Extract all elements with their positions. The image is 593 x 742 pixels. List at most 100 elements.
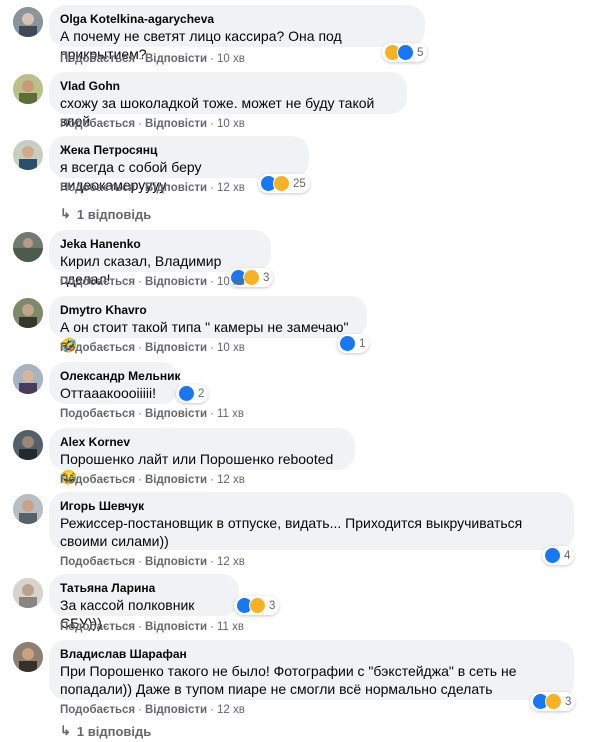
separator-dot: ·: [138, 276, 142, 288]
avatar[interactable]: [13, 578, 43, 608]
avatar[interactable]: [13, 364, 43, 394]
separator-dot: ·: [138, 118, 142, 130]
reply-button[interactable]: Відповісти: [145, 556, 207, 568]
comment-author[interactable]: Jeka Hanenko: [60, 237, 260, 252]
comment-timestamp[interactable]: 12 хв: [217, 474, 245, 486]
like-button[interactable]: Подобається: [60, 474, 135, 486]
reaction-summary[interactable]: 2: [176, 384, 209, 403]
separator-dot: ·: [210, 342, 214, 354]
comment-actions: Подобається · Відповісти · 12 хв: [60, 474, 245, 486]
like-button[interactable]: Подобається: [60, 342, 135, 354]
comment-actions: Подобається · Відповісти · 11 хв: [60, 621, 244, 633]
avatar[interactable]: [13, 7, 43, 37]
comment-actions: Подобається · Відповісти · 10 хв: [60, 118, 245, 130]
comment-author[interactable]: Владислав Шарафан: [60, 647, 563, 662]
reaction-count: 2: [198, 387, 205, 400]
reply-arrow-icon: ↳: [60, 723, 71, 738]
comment-text: При Порошенко такого не было! Фотографии…: [60, 663, 517, 697]
comment-author[interactable]: Dmytro Khavro: [60, 303, 356, 318]
comment-author[interactable]: Жека Петросянц: [60, 143, 298, 158]
replies-count: 1 відповідь: [76, 206, 152, 222]
avatar[interactable]: [13, 642, 43, 672]
reaction-count: 1: [359, 337, 366, 350]
reaction-count: 25: [293, 177, 306, 190]
comment-bubble: Олександр Мельник Оттааакоооііііі!: [49, 362, 181, 404]
reply-button[interactable]: Відповісти: [145, 704, 207, 716]
reply-button[interactable]: Відповісти: [145, 621, 207, 633]
like-button[interactable]: Подобається: [60, 408, 135, 420]
reply-button[interactable]: Відповісти: [145, 408, 207, 420]
like-button[interactable]: Подобається: [60, 621, 135, 633]
separator-dot: ·: [210, 408, 214, 420]
comment-actions: Подобається · Відповісти · 11 хв: [60, 408, 244, 420]
like-button[interactable]: Подобається: [60, 276, 135, 288]
view-replies-link[interactable]: ↳ 1 відповідь: [60, 206, 151, 222]
comment-author[interactable]: Татьяна Ларина: [60, 581, 228, 596]
reaction-summary[interactable]: 5: [382, 43, 428, 62]
comment-author[interactable]: Олександр Мельник: [60, 369, 181, 384]
comment-bubble: Olga Kotelkina-agarycheva А почему не св…: [49, 5, 425, 62]
separator-dot: ·: [138, 704, 142, 716]
like-reaction-icon: [339, 335, 356, 352]
reaction-count: 3: [269, 599, 276, 612]
reaction-count: 4: [564, 549, 571, 562]
comment-timestamp[interactable]: 10 хв: [217, 342, 245, 354]
haha-reaction-icon: [545, 693, 562, 710]
like-button[interactable]: Подобається: [60, 118, 135, 130]
like-reaction-icon: [544, 547, 561, 564]
comment-actions: Подобається · Відповісти · 12 хв: [60, 182, 245, 194]
view-replies-link[interactable]: ↳ 1 відповідь: [60, 723, 151, 739]
like-button[interactable]: Подобається: [60, 53, 135, 65]
comment-timestamp[interactable]: 12 хв: [217, 704, 245, 716]
reaction-summary[interactable]: 25: [258, 174, 310, 193]
comment-bubble: Vlad Gohn схожу за шоколадкой тоже. може…: [49, 72, 407, 129]
separator-dot: ·: [138, 342, 142, 354]
reply-button[interactable]: Відповісти: [145, 182, 207, 194]
comment-text: Режиссер-постановщик в отпуске, видать..…: [60, 515, 523, 549]
reply-button[interactable]: Відповісти: [145, 474, 207, 486]
comment-bubble: Игорь Шевчук Режиссер-постановщик в отпу…: [49, 492, 574, 550]
haha-reaction-icon: [243, 269, 260, 286]
avatar[interactable]: [13, 74, 43, 104]
comment-timestamp[interactable]: 10 хв: [217, 118, 245, 130]
reaction-summary[interactable]: 4: [542, 546, 575, 565]
comment-author[interactable]: Alex Kornev: [60, 435, 344, 450]
separator-dot: ·: [210, 53, 214, 65]
avatar[interactable]: [13, 494, 43, 524]
reply-arrow-icon: ↳: [60, 206, 71, 221]
reaction-summary[interactable]: 1: [337, 334, 370, 353]
reaction-summary[interactable]: 3: [530, 692, 576, 711]
comment-timestamp[interactable]: 11 хв: [217, 408, 244, 420]
like-button[interactable]: Подобається: [60, 556, 135, 568]
comment-author[interactable]: Игорь Шевчук: [60, 499, 563, 514]
comment-timestamp[interactable]: 12 хв: [217, 556, 245, 568]
separator-dot: ·: [138, 556, 142, 568]
separator-dot: ·: [210, 276, 214, 288]
comment-actions: Подобається · Відповісти · 10 хв: [60, 276, 245, 288]
comment-author[interactable]: Olga Kotelkina-agarycheva: [60, 12, 414, 27]
avatar[interactable]: [13, 140, 43, 170]
comment-actions: Подобається · Відповісти · 12 хв: [60, 556, 245, 568]
separator-dot: ·: [210, 556, 214, 568]
reply-button[interactable]: Відповісти: [145, 53, 207, 65]
comment-timestamp[interactable]: 10 хв: [217, 53, 245, 65]
avatar[interactable]: [13, 298, 43, 328]
haha-reaction-icon: [273, 175, 290, 192]
comment-timestamp[interactable]: 12 хв: [217, 182, 245, 194]
separator-dot: ·: [138, 621, 142, 633]
avatar[interactable]: [13, 232, 43, 262]
avatar[interactable]: [13, 430, 43, 460]
comment-bubble: Владислав Шарафан При Порошенко такого н…: [49, 640, 574, 700]
comment-timestamp[interactable]: 10 хв: [217, 276, 245, 288]
like-button[interactable]: Подобається: [60, 182, 135, 194]
like-reaction-icon: [178, 385, 195, 402]
comment-actions: Подобається · Відповісти · 10 хв: [60, 53, 245, 65]
reaction-summary[interactable]: 3: [234, 596, 280, 615]
reply-button[interactable]: Відповісти: [145, 118, 207, 130]
reply-button[interactable]: Відповісти: [145, 342, 207, 354]
like-button[interactable]: Подобається: [60, 704, 135, 716]
comment-timestamp[interactable]: 11 хв: [217, 621, 244, 633]
comment-author[interactable]: Vlad Gohn: [60, 79, 396, 94]
separator-dot: ·: [210, 621, 214, 633]
reply-button[interactable]: Відповісти: [145, 276, 207, 288]
